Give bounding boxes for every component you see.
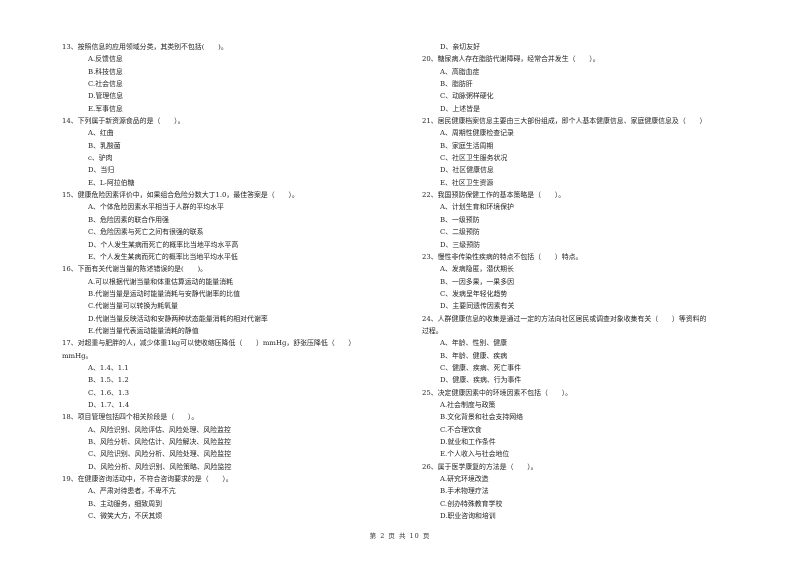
- question-text: 24、人群健康信息的收集是通过一定的方法向社区居民或调查对象收集有关（ ）等资料…: [422, 314, 707, 323]
- answer-option: D.代谢当量反映活动和安静两种状态能量消耗的相对代谢率: [88, 314, 268, 323]
- answer-option: A、严肃对待患者，不卑不亢: [88, 487, 176, 496]
- answer-option: E、社区卫生资源: [440, 178, 494, 187]
- answer-option: A.反馈信息: [88, 55, 123, 64]
- answer-option: C、危险因素与死亡之间有很强的联系: [88, 228, 204, 237]
- question-text: 19、在健康咨询活动中，不符合咨询要求的是（ ）。: [62, 475, 233, 484]
- answer-option: C、风险识别、风险分析、风险处理、风险监控: [88, 450, 232, 459]
- answer-option: A.社会制度与政策: [440, 400, 496, 409]
- question-text: 13、按照信息的应用领域分类，其类别不包括( )。: [62, 43, 228, 51]
- answer-option: A、个体危险因素水平相当于人群的平均水平: [88, 203, 224, 212]
- answer-option: C、发病呈年轻化趋势: [440, 289, 508, 298]
- answer-option: A、红曲: [88, 129, 114, 138]
- answer-option: A、1.4、1.1: [88, 363, 129, 372]
- page-number: 第 2 页 共 10 页: [369, 532, 431, 540]
- answer-option: C、健康、疾病、死亡事件: [440, 363, 522, 372]
- answer-option: B、风险分析、风险估计、风险解决、风险监控: [88, 438, 231, 446]
- answer-option: E.个人收入与社会地位: [440, 450, 510, 459]
- answer-option: B.文化背景和社会支持网络: [440, 413, 524, 422]
- answer-option: D.管理信息: [88, 92, 124, 101]
- answer-option: B、年龄、健康、疾病: [440, 351, 508, 360]
- answer-option: C、社区卫生服务状况: [440, 154, 508, 163]
- question-text: 26、属于医学康复的方法是（ ）。: [422, 462, 538, 471]
- answer-option: A、发病隐匿，潜伏期长: [440, 265, 514, 274]
- answer-option: A、高脂血症: [440, 67, 480, 76]
- answer-option: E、L-阿拉伯糖: [88, 178, 135, 187]
- answer-option: B、一级预防: [440, 215, 480, 224]
- answer-option: B、乳酸菌: [88, 141, 121, 150]
- answer-option: D、上述皆是: [440, 104, 480, 113]
- answer-option: A、周期性健康检查记录: [440, 129, 514, 138]
- answer-option: C.创办特殊教育学校: [440, 499, 503, 508]
- answer-option: B、一因多果，一果多因: [440, 277, 514, 286]
- answer-option: C、微笑大方，不厌其烦: [88, 512, 163, 521]
- answer-option: D、三级预防: [440, 240, 480, 249]
- answer-option: B、脂肪肝: [440, 80, 473, 89]
- answer-option: A、风险识别、风险评估、风险处理、风险监控: [88, 425, 231, 434]
- answer-option: D、社区健康信息: [440, 166, 494, 175]
- question-text: 25、决定健康因素中的环境因素不包括（ ）。: [422, 388, 573, 397]
- question-text: 过程。: [422, 326, 443, 335]
- left-column: 13、按照信息的应用领域分类，其类别不包括( )。 A.反馈信息 B.科技信息 C.社…: [62, 41, 407, 522]
- answer-option: C.代谢当量可以转换为耗氧量: [88, 302, 178, 311]
- answer-option: C.社会信息: [88, 80, 123, 89]
- question-text: 15、健康危险因素评价中，如果组合危险分数大丁1.0，最佳答案是（ ）。: [62, 191, 299, 200]
- question-text: 22、我国预防保健工作的基本策略是（ ）。: [422, 191, 566, 200]
- answer-option: D、健康、疾病、行为事件: [440, 376, 522, 385]
- answer-option: C.不合理饮食: [440, 425, 482, 434]
- question-text: 20、糖尿病人存在脂肪代谢障碍，经常合并发生（ ）。: [422, 55, 600, 64]
- answer-option: B.科技信息: [88, 67, 123, 76]
- question-text: 17、对超重与肥胖的人，减少体重1kg可以使收缩压降低（ ）mmHg，舒张压降低…: [62, 339, 356, 348]
- answer-option: E、个人发生某病而死亡的概率比当地平均水平低: [88, 252, 238, 261]
- question-text: 14、下列属于新资源食品的是（ ）。: [62, 117, 185, 126]
- answer-option: B、主动服务，细致周到: [88, 499, 162, 508]
- answer-option: D、当归: [88, 166, 115, 175]
- answer-option: A.研究环境改造: [440, 475, 489, 484]
- answer-option: D、1.7、1.4: [88, 400, 130, 409]
- answer-option: A.可以根据代谢当量和体重估算运动的能量消耗: [88, 277, 233, 286]
- right-column: D、亲切友好 20、糖尿病人存在脂肪代谢障碍，经常合并发生（ ）。 A、高脂血症 B、…: [422, 41, 767, 522]
- question-text: 23、慢性非传染性疾病的特点不包括（ ）特点。: [422, 252, 583, 261]
- answer-option: B、家庭生活周期: [440, 141, 494, 150]
- answer-option: C、1.6、1.3: [88, 388, 129, 397]
- answer-option: D.职业咨询和培训: [440, 512, 496, 521]
- question-text: mmHg。: [62, 351, 93, 360]
- question-text: 21、居民健康档案信息主要由三大部份组成，即个人基本健康信息、家庭健康信息及（ …: [422, 117, 707, 126]
- answer-option: A、计划生育和环境保护: [440, 203, 514, 212]
- answer-option: C、二级预防: [440, 228, 480, 237]
- answer-option: A、年龄、性别、健康: [440, 339, 507, 348]
- answer-option: E.代谢当量代表运动能量消耗的静值: [88, 326, 199, 335]
- answer-option: D、个人发生某病而死亡的概率比当地平均水平高: [88, 240, 239, 249]
- question-text: 18、项目管理包括四个相关阶段是（ ）。: [62, 413, 199, 422]
- answer-option: B.手术物理疗法: [440, 487, 489, 496]
- answer-option: D、风险分析、风险识别、风险策略、风险监控: [88, 462, 232, 471]
- answer-option: E.军事信息: [88, 104, 123, 113]
- answer-option: D.就业和工作条件: [440, 438, 496, 446]
- answer-option: B、1.5、1.2: [88, 376, 129, 385]
- answer-option: B、危险因素的联合作用强: [88, 215, 169, 224]
- question-text: 16、下面有关代谢当量的陈述错误的是( )。: [62, 265, 208, 274]
- answer-option: C、动脉粥样硬化: [440, 92, 494, 101]
- answer-option: D、亲切友好: [440, 43, 480, 51]
- answer-option: D、主要同遗传因素有关: [440, 302, 515, 311]
- answer-option: c、驴肉: [88, 154, 113, 163]
- answer-option: B.代谢当量是运动时能量消耗与安静代谢率的比值: [88, 289, 240, 298]
